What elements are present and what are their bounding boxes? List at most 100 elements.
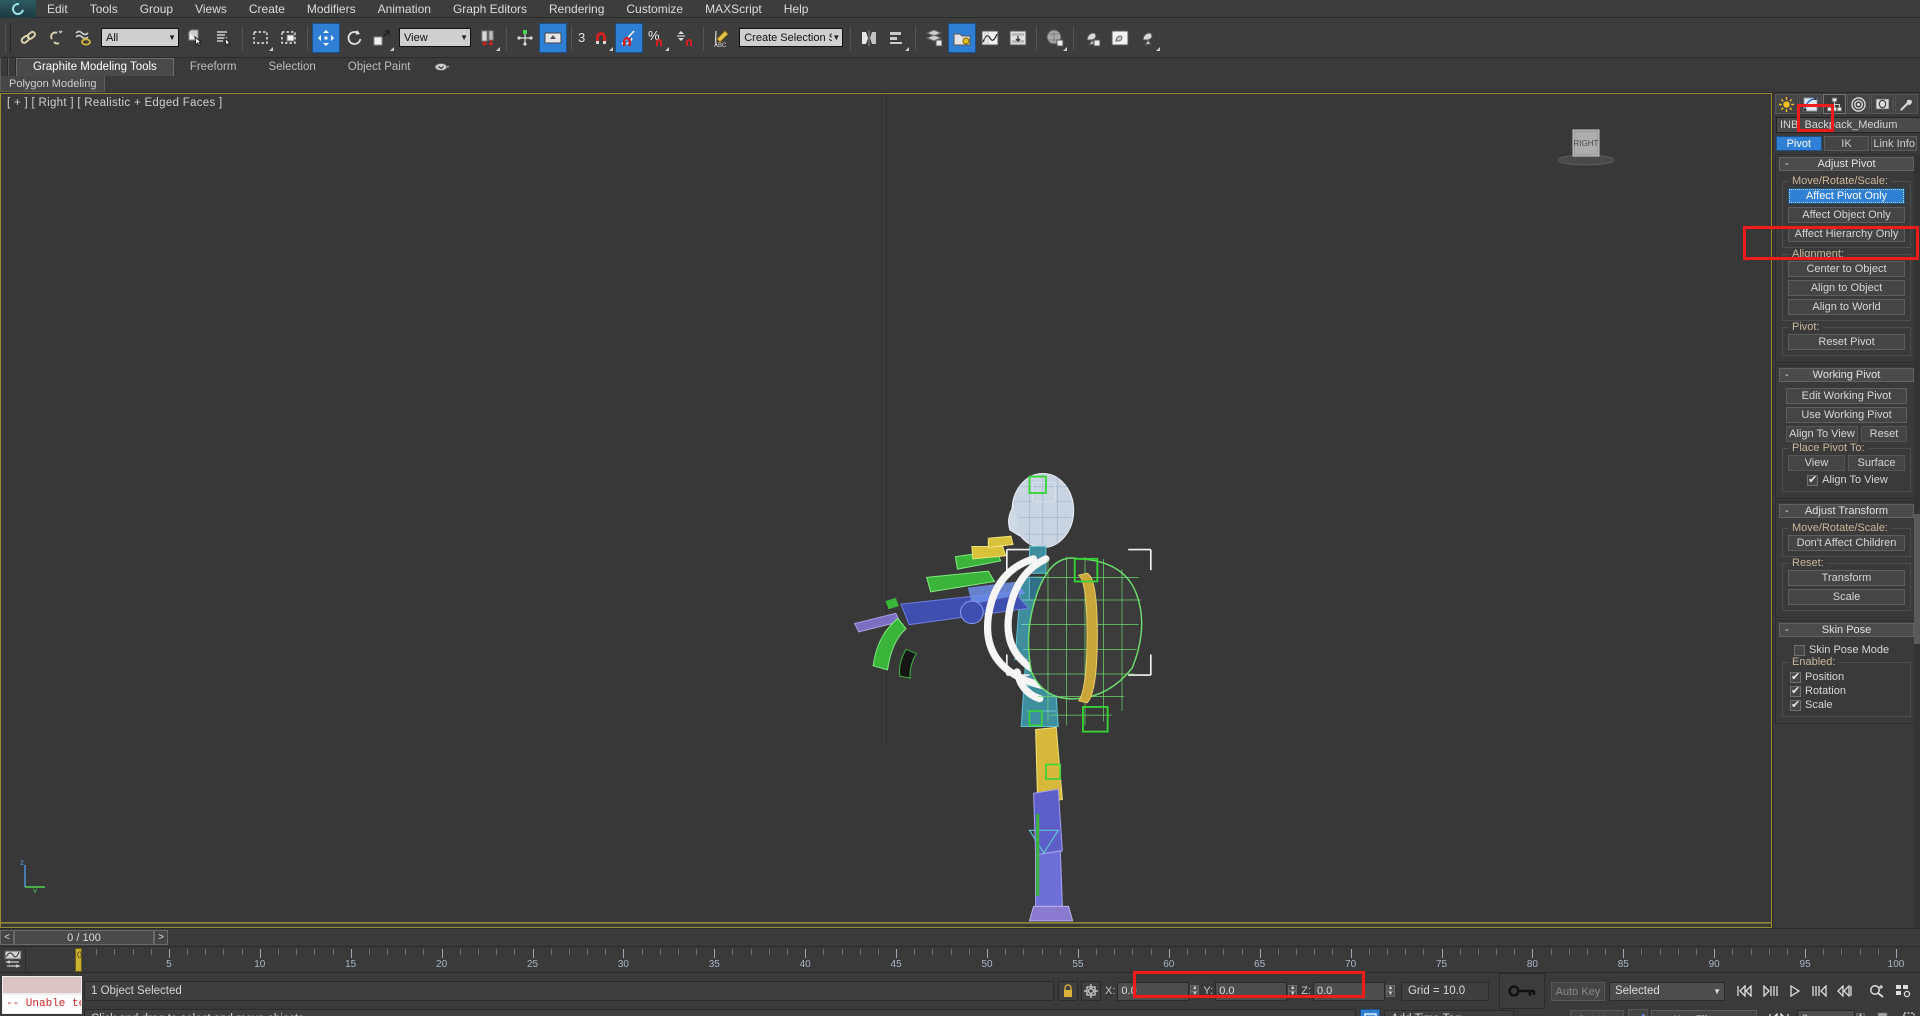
reset-scale-button[interactable]: Scale: [1788, 589, 1905, 605]
scale-checkbox[interactable]: [1790, 698, 1801, 711]
scene-explorer-icon[interactable]: [948, 22, 977, 53]
select-by-name-icon[interactable]: [210, 23, 238, 53]
command-panel-scrollbar[interactable]: [1914, 154, 1920, 928]
hierarchy-subtab-link-info[interactable]: Link Info: [1871, 136, 1918, 151]
menu-item-views[interactable]: Views: [184, 0, 238, 18]
current-frame-field[interactable]: 0: [1797, 1009, 1855, 1016]
align-to-object-button[interactable]: Align to Object: [1788, 280, 1905, 296]
current-frame-display[interactable]: 0 / 100: [14, 930, 154, 945]
menu-item-modifiers[interactable]: Modifiers: [296, 0, 367, 18]
rollout-header-adjust-pivot[interactable]: - Adjust Pivot: [1779, 157, 1914, 171]
menu-item-create[interactable]: Create: [238, 0, 296, 18]
align-to-view-checkbox[interactable]: [1807, 473, 1819, 486]
ribbon-dropdown-icon[interactable]: [426, 58, 458, 76]
ribbon-tab-selection[interactable]: Selection: [252, 58, 331, 76]
named-selection-set-combo[interactable]: Create Selection Se ▼: [739, 28, 844, 47]
enabled-rotation-row[interactable]: Rotation: [1790, 684, 1905, 697]
go-to-end-button[interactable]: [1833, 982, 1857, 1001]
affect-object-only-button[interactable]: Affect Object Only: [1788, 207, 1905, 223]
hierarchy-subtab-ik[interactable]: IK: [1823, 136, 1870, 151]
add-time-tag-button[interactable]: Add Time Tag: [1384, 1009, 1514, 1016]
time-configuration-button[interactable]: [1873, 1010, 1897, 1016]
menu-item-edit[interactable]: Edit: [36, 0, 79, 18]
window-crossing-icon[interactable]: [275, 23, 303, 53]
curve-editor-icon[interactable]: [976, 23, 1004, 53]
affect-pivot-only-button[interactable]: Affect Pivot Only: [1788, 188, 1905, 204]
unlink-selection-icon[interactable]: [42, 23, 70, 53]
select-object-icon[interactable]: [182, 23, 210, 53]
menu-item-group[interactable]: Group: [129, 0, 184, 18]
place-pivot-view-button[interactable]: View: [1788, 455, 1845, 471]
key-mode-toggle-icon[interactable]: [1498, 973, 1545, 1009]
utilities-tab-icon[interactable]: [1895, 94, 1918, 114]
reference-coordinate-system-combo[interactable]: View ▼: [399, 28, 471, 47]
rollout-header-working-pivot[interactable]: - Working Pivot: [1779, 368, 1914, 382]
key-filters-button[interactable]: Key Filters...: [1651, 1009, 1757, 1016]
ribbon-tab-freeform[interactable]: Freeform: [174, 58, 253, 76]
skin-pose-mode-checkbox[interactable]: [1794, 644, 1805, 656]
select-and-manipulate-icon[interactable]: [511, 23, 539, 53]
angle-snap-toggle-icon[interactable]: [615, 22, 644, 53]
enabled-scale-row[interactable]: Scale: [1790, 698, 1905, 711]
menu-item-help[interactable]: Help: [773, 0, 820, 18]
menu-item-rendering[interactable]: Rendering: [538, 0, 615, 18]
menu-item-maxscript[interactable]: MAXScript: [694, 0, 773, 18]
maxscript-listener-output[interactable]: -- Unable to: [2, 993, 82, 1014]
material-editor-icon[interactable]: [1041, 23, 1069, 53]
previous-frame-arrow[interactable]: <: [0, 930, 14, 945]
align-to-view-checkbox-row[interactable]: Align To View: [1790, 473, 1905, 486]
schematic-view-icon[interactable]: [1004, 23, 1032, 53]
y-spinner[interactable]: ▲ ▼: [1288, 985, 1298, 997]
rendered-frame-window-icon[interactable]: [1106, 23, 1134, 53]
x-spinner[interactable]: ▲ ▼: [1190, 985, 1200, 997]
key-mode-toggle-button[interactable]: [1767, 1010, 1791, 1016]
go-to-start-button[interactable]: [1733, 982, 1757, 1001]
hierarchy-tab-icon[interactable]: [1823, 94, 1846, 114]
edit-named-selection-sets-icon[interactable]: ABC: [708, 23, 736, 53]
play-animation-button[interactable]: [1783, 982, 1807, 1001]
reset-transform-button[interactable]: Transform: [1788, 570, 1905, 586]
render-production-icon[interactable]: [1134, 23, 1162, 53]
center-to-object-button[interactable]: Center to Object: [1788, 261, 1905, 277]
select-and-scale-icon[interactable]: [368, 23, 396, 53]
next-frame-arrow[interactable]: >: [154, 930, 168, 945]
rotation-checkbox[interactable]: [1790, 684, 1801, 697]
zoom-button[interactable]: [1865, 982, 1889, 1001]
menu-item-customize[interactable]: Customize: [615, 0, 694, 18]
snaps-toggle-icon[interactable]: [587, 23, 615, 53]
hierarchy-subtab-pivot[interactable]: Pivot: [1776, 136, 1822, 151]
select-and-rotate-icon[interactable]: [340, 23, 368, 53]
display-tab-icon[interactable]: [1871, 94, 1894, 114]
z-spinner[interactable]: ▲ ▼: [1385, 985, 1395, 997]
rollout-header-skin-pose[interactable]: - Skin Pose: [1779, 623, 1914, 637]
modify-tab-icon[interactable]: [1799, 94, 1822, 114]
layer-manager-icon[interactable]: [920, 23, 948, 53]
edit-working-pivot-button[interactable]: Edit Working Pivot: [1786, 388, 1907, 404]
spinner-snap-toggle-icon[interactable]: [671, 23, 699, 53]
y-coordinate-field[interactable]: 0.0: [1215, 981, 1288, 1001]
menu-item-graph-editors[interactable]: Graph Editors: [442, 0, 538, 18]
affect-hierarchy-only-button[interactable]: Affect Hierarchy Only: [1788, 226, 1905, 242]
align-icon[interactable]: [883, 23, 911, 53]
isolate-selection-toggle-icon[interactable]: [1360, 1009, 1380, 1016]
auto-key-button[interactable]: Auto Key: [1550, 981, 1605, 1001]
time-slider-handle[interactable]: 0: [75, 948, 82, 972]
render-setup-icon[interactable]: [1078, 23, 1106, 53]
select-and-move-icon[interactable]: [312, 22, 340, 53]
set-key-button[interactable]: Set Key: [1570, 1009, 1624, 1016]
ribbon-grip[interactable]: [0, 58, 8, 76]
previous-frame-button[interactable]: [1758, 982, 1782, 1001]
rollout-header-adjust-transform[interactable]: - Adjust Transform: [1779, 504, 1914, 518]
lock-selection-icon[interactable]: [1058, 981, 1078, 1001]
bind-to-space-warp-icon[interactable]: [70, 23, 98, 53]
maxscript-mini-listener[interactable]: -- Unable to: [0, 973, 84, 1016]
use-working-pivot-button[interactable]: Use Working Pivot: [1786, 407, 1907, 423]
mini-curve-editor-icon[interactable]: [0, 947, 26, 972]
timeline-ruler[interactable]: 5 10 15 20 25 30 35 40 45 50 55 60 65 70 75 80 85 90 95 100…: [26, 947, 1920, 972]
scrollbar-thumb[interactable]: [1914, 514, 1920, 644]
mirror-icon[interactable]: [855, 23, 883, 53]
ribbon-tab-object-paint[interactable]: Object Paint: [332, 58, 427, 76]
enabled-position-row[interactable]: Position: [1790, 670, 1905, 683]
ribbon-tab-graphite-modeling-tools[interactable]: Graphite Modeling Tools: [16, 58, 174, 76]
selection-filter-combo[interactable]: All ▼: [101, 28, 179, 47]
